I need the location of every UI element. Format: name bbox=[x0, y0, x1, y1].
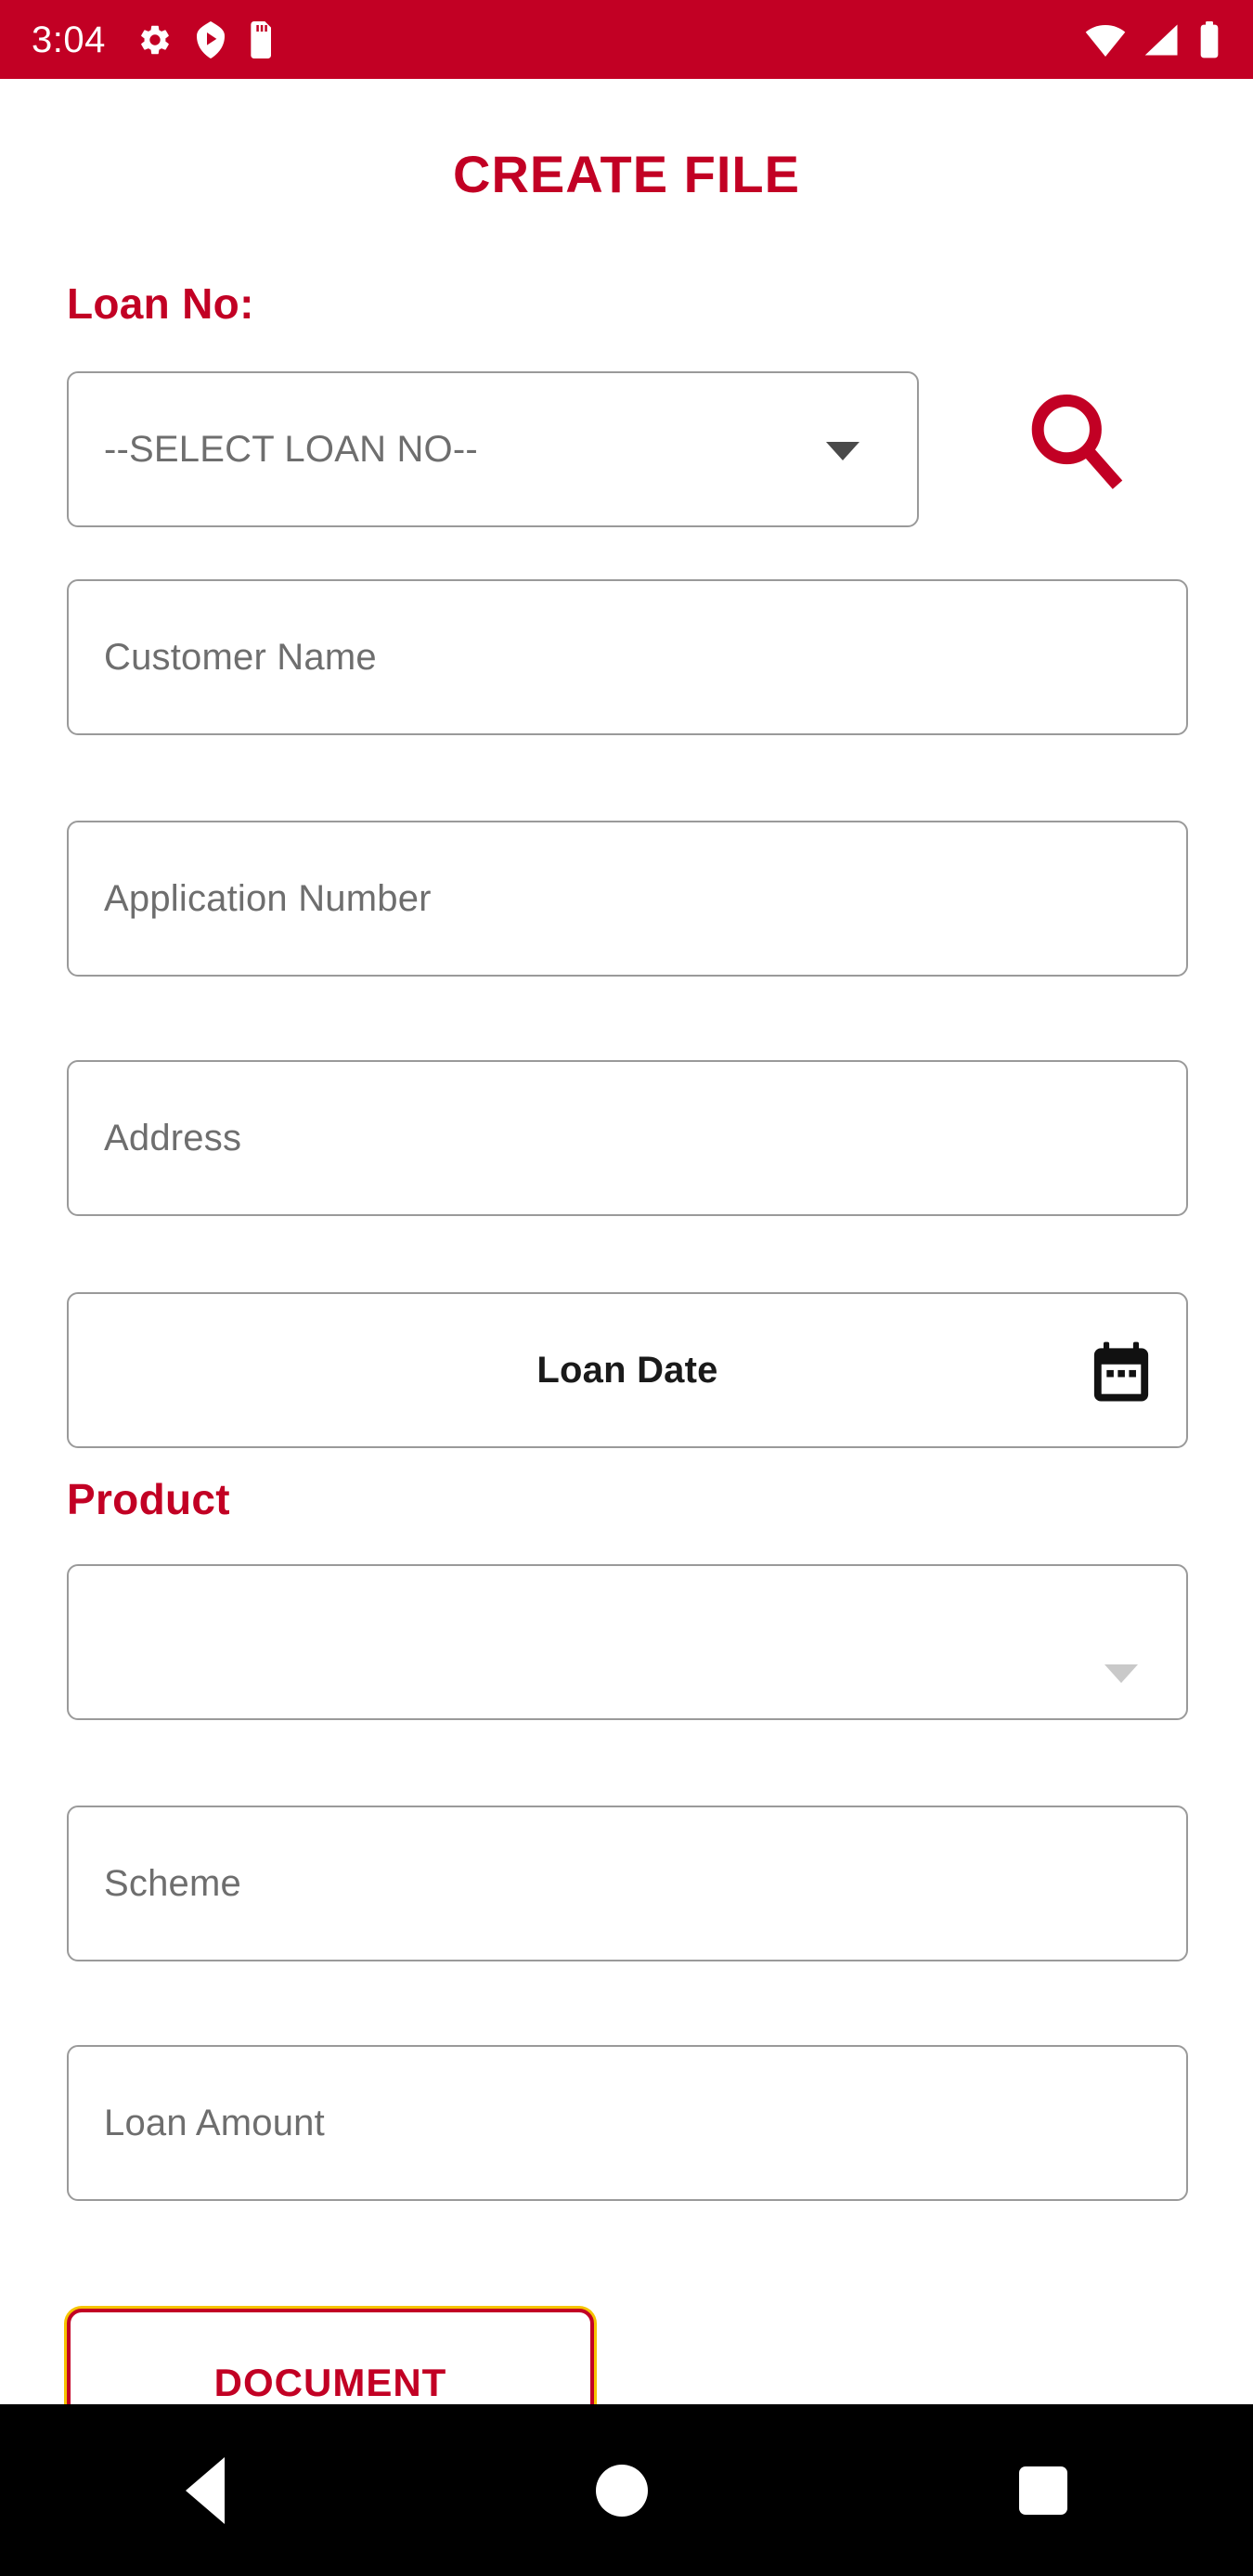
loan-date-picker[interactable]: Loan Date bbox=[67, 1292, 1188, 1448]
loan-amount-input[interactable]: Loan Amount bbox=[67, 2045, 1188, 2201]
customer-name-placeholder: Customer Name bbox=[104, 636, 377, 678]
loan-no-label: Loan No: bbox=[67, 279, 254, 328]
customer-name-input[interactable]: Customer Name bbox=[67, 579, 1188, 735]
search-icon bbox=[1024, 389, 1126, 498]
status-bar-right-icons bbox=[1084, 20, 1221, 58]
status-bar-left-icons bbox=[137, 20, 275, 58]
gear-icon bbox=[137, 22, 173, 58]
page-title: CREATE FILE bbox=[453, 145, 800, 203]
battery-icon bbox=[1197, 20, 1221, 58]
wifi-icon bbox=[1084, 22, 1127, 58]
application-number-input[interactable]: Application Number bbox=[67, 821, 1188, 977]
recents-icon[interactable] bbox=[1019, 2466, 1067, 2515]
loan-no-select[interactable]: --SELECT LOAN NO-- bbox=[67, 371, 919, 527]
scheme-placeholder: Scheme bbox=[104, 1862, 241, 1904]
status-bar: 3:04 bbox=[0, 0, 1253, 79]
address-placeholder: Address bbox=[104, 1117, 242, 1159]
scheme-input[interactable]: Scheme bbox=[67, 1806, 1188, 1961]
sd-card-icon bbox=[249, 20, 275, 58]
back-icon[interactable] bbox=[186, 2456, 225, 2524]
search-button[interactable] bbox=[1016, 382, 1132, 503]
play-badge-icon bbox=[195, 20, 226, 58]
signal-icon bbox=[1142, 22, 1182, 58]
loan-amount-placeholder: Loan Amount bbox=[104, 2102, 325, 2143]
home-icon[interactable] bbox=[596, 2464, 648, 2517]
loan-no-select-value: --SELECT LOAN NO-- bbox=[104, 428, 478, 470]
calendar-icon[interactable] bbox=[1090, 1340, 1153, 1405]
android-nav-bar bbox=[0, 2404, 1253, 2576]
chevron-down-icon bbox=[1104, 1664, 1138, 1683]
loan-date-label: Loan Date bbox=[536, 1349, 718, 1391]
product-select[interactable] bbox=[67, 1564, 1188, 1720]
address-input[interactable]: Address bbox=[67, 1060, 1188, 1216]
product-label: Product bbox=[67, 1475, 230, 1523]
status-bar-clock: 3:04 bbox=[32, 19, 106, 60]
chevron-down-icon bbox=[826, 442, 859, 460]
document-button-label: DOCUMENT bbox=[213, 2361, 447, 2404]
application-number-placeholder: Application Number bbox=[104, 877, 432, 919]
